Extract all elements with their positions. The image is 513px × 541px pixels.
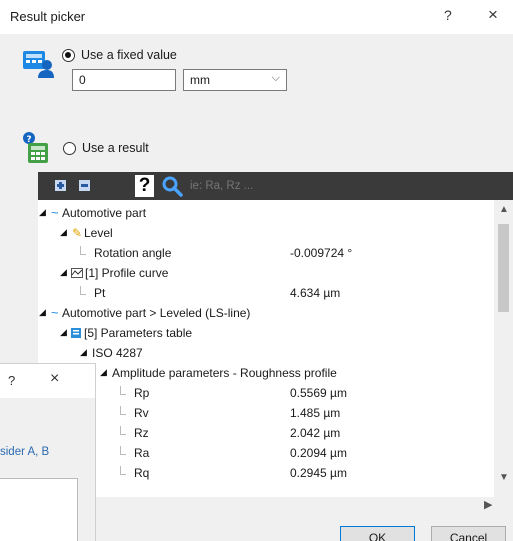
profile-curve-icon xyxy=(71,268,83,278)
background-text: sider A, B xyxy=(0,446,50,458)
table-row[interactable]: Rq 0.2945 µm xyxy=(38,464,494,484)
pt-value: 4.634 µm xyxy=(290,286,341,300)
cancel-button[interactable]: Cancel xyxy=(431,526,506,541)
wave-icon: ~ xyxy=(51,305,59,320)
result-radio[interactable] xyxy=(63,141,76,155)
result-label: Use a result xyxy=(82,141,149,155)
tree-node-params[interactable]: ◢ [5] Parameters table xyxy=(38,324,494,344)
rotation-value: -0.009724 ° xyxy=(290,246,353,260)
table-row[interactable]: Rp 0.5569 µm xyxy=(38,384,494,404)
table-row[interactable]: Rz 2.042 µm xyxy=(38,424,494,444)
user-value-icon xyxy=(23,51,54,78)
close-button[interactable]: × xyxy=(488,5,498,25)
tree-node-leveled[interactable]: ◢ ~ Automotive part > Leveled (LS-line) xyxy=(38,304,494,324)
expand-triangle-icon[interactable]: ◢ xyxy=(60,227,67,238)
result-tree: ◢ ~ Automotive part ◢ ✎ Level Rotation a… xyxy=(38,200,494,512)
result-option[interactable]: Use a result xyxy=(63,141,149,155)
tree-row-rotation[interactable]: Rotation angle -0.009724 ° xyxy=(38,244,494,264)
expand-triangle-icon[interactable]: ◢ xyxy=(60,267,67,278)
tree-node-automotive[interactable]: ◢ ~ Automotive part xyxy=(38,204,494,224)
fixed-value-option[interactable]: Use a fixed value xyxy=(62,48,177,62)
background-box xyxy=(0,478,78,541)
level-icon: ✎ xyxy=(72,226,83,240)
scroll-right-icon[interactable]: ▶ xyxy=(484,498,492,511)
scroll-thumb[interactable] xyxy=(498,224,509,312)
toolbar-help-button[interactable]: ? xyxy=(135,175,154,197)
ok-button[interactable]: OK xyxy=(340,526,415,541)
fixed-value-radio[interactable] xyxy=(62,48,75,62)
expand-triangle-icon[interactable]: ◢ xyxy=(39,307,46,318)
expand-triangle-icon[interactable]: ◢ xyxy=(39,207,46,218)
expand-triangle-icon[interactable]: ◢ xyxy=(60,327,67,338)
unit-value: mm xyxy=(190,73,210,87)
background-close-button[interactable]: × xyxy=(50,370,59,388)
background-help-button[interactable]: ? xyxy=(8,373,15,388)
chevron-down-icon: ⌵ xyxy=(271,72,280,84)
unit-select[interactable]: mm ⌵ xyxy=(183,69,287,91)
expand-triangle-icon[interactable]: ◢ xyxy=(80,347,87,358)
tree-node-level[interactable]: ◢ ✎ Level xyxy=(38,224,494,244)
table-row[interactable]: Ra 0.2094 µm xyxy=(38,444,494,464)
tree-node-profile[interactable]: ◢ [1] Profile curve xyxy=(38,264,494,284)
search-icon xyxy=(162,176,183,197)
scroll-down-icon[interactable]: ▼ xyxy=(499,472,509,483)
title-bar: Result picker ? × xyxy=(0,0,513,34)
horizontal-scrollbar[interactable]: ▶ xyxy=(38,497,513,514)
vertical-scrollbar[interactable]: ▲ ▼ xyxy=(494,200,513,498)
expand-all-icon[interactable] xyxy=(55,180,66,191)
expand-triangle-icon[interactable]: ◢ xyxy=(100,367,107,378)
window-title: Result picker xyxy=(10,9,86,24)
tree-node-iso[interactable]: ◢ ISO 4287 xyxy=(38,344,494,364)
table-row[interactable]: Rv 1.485 µm xyxy=(38,404,494,424)
tree-node-amplitude[interactable]: ◢ Amplitude parameters - Roughness profi… xyxy=(38,364,494,384)
fixed-value-input[interactable]: 0 xyxy=(72,69,176,91)
fixed-value-label: Use a fixed value xyxy=(81,48,177,62)
help-button[interactable]: ? xyxy=(444,7,452,23)
filter-input[interactable] xyxy=(186,176,486,196)
tree-row-pt[interactable]: Pt 4.634 µm xyxy=(38,284,494,304)
wave-icon: ~ xyxy=(51,205,59,220)
background-panel: sider A, B xyxy=(0,398,95,541)
result-icon: ? xyxy=(23,132,48,163)
tree-toolbar: ? xyxy=(38,172,513,200)
scroll-up-icon[interactable]: ▲ xyxy=(499,204,509,215)
parameters-table-icon xyxy=(71,328,81,338)
collapse-all-icon[interactable] xyxy=(79,180,90,191)
background-dialog: ? × sider A, B xyxy=(0,363,96,541)
